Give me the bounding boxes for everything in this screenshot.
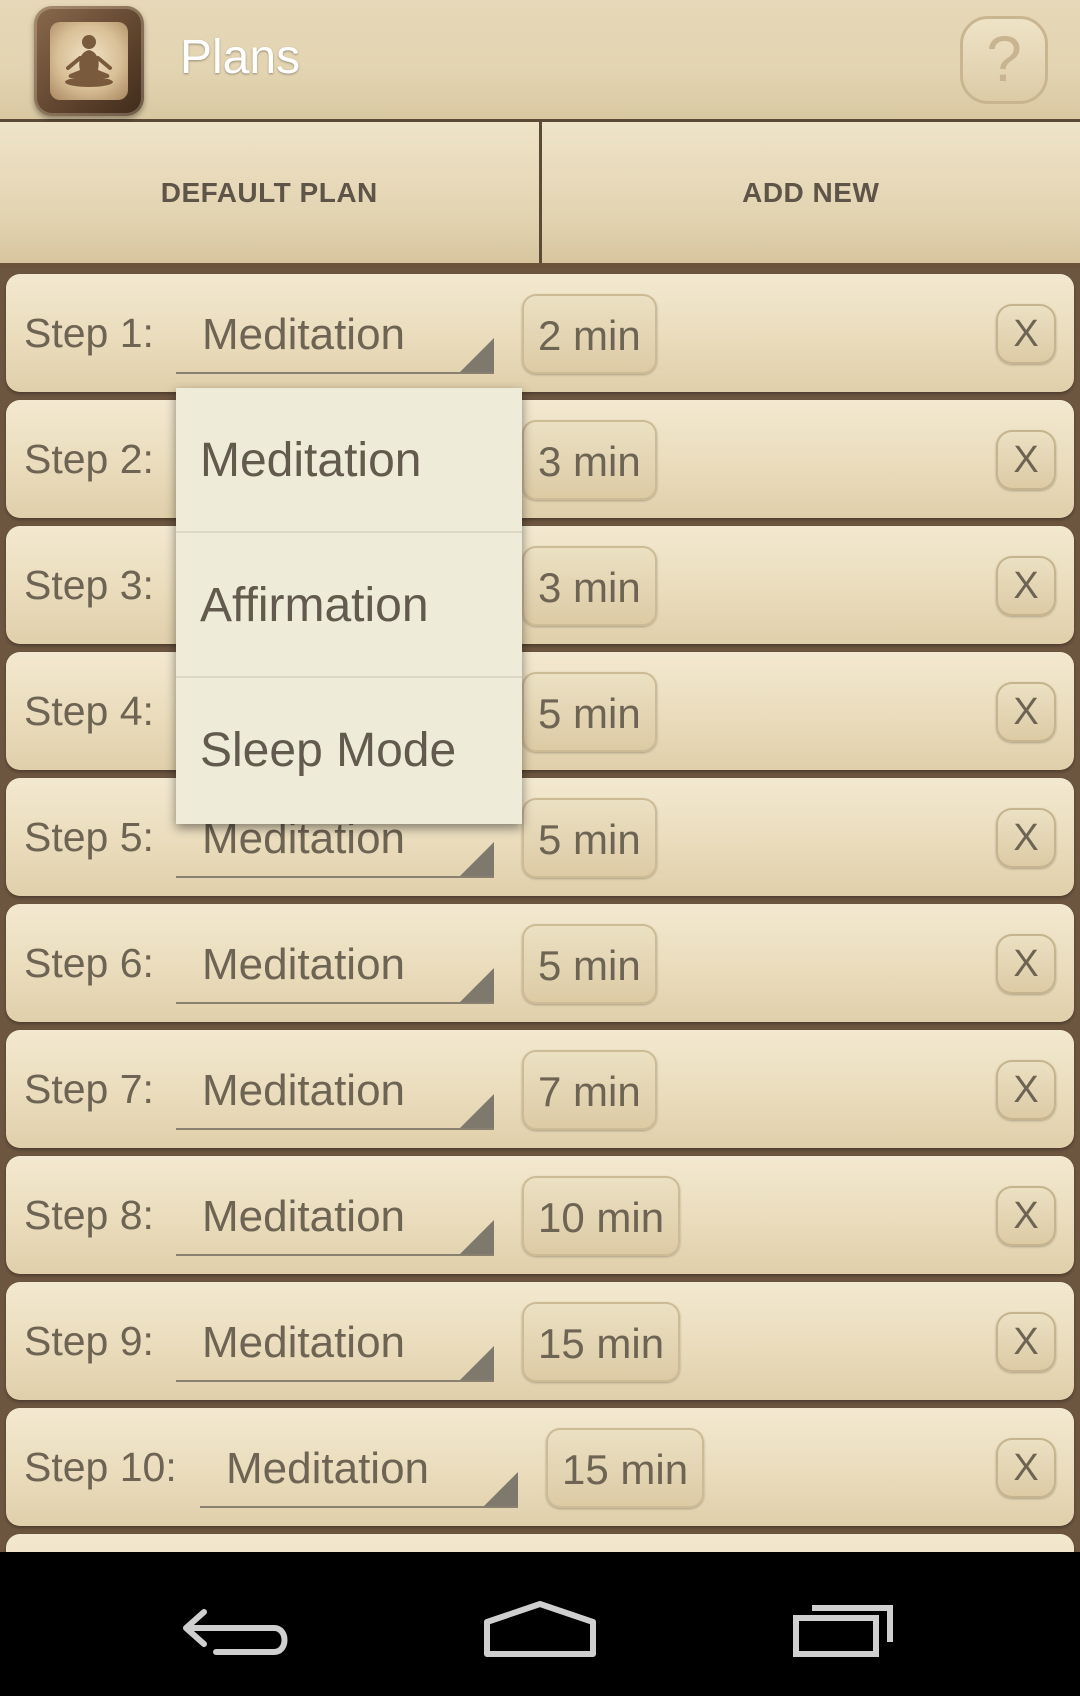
- step-type-value: Meditation: [202, 1318, 406, 1367]
- delete-step-button[interactable]: X: [996, 808, 1056, 868]
- help-button[interactable]: ?: [960, 16, 1048, 104]
- step-type-value: Meditation: [226, 1444, 430, 1493]
- step-type-value: Meditation: [202, 1192, 406, 1241]
- step-row: Step 3: Meditation 3 min X: [6, 526, 1074, 644]
- recent-apps-icon[interactable]: [766, 1572, 916, 1676]
- duration-button[interactable]: 3 min: [522, 546, 657, 626]
- duration-button[interactable]: 15 min: [546, 1428, 705, 1508]
- plan-tabs: DEFAULT PLAN ADD NEW: [0, 122, 1080, 268]
- dropdown-arrow-icon: [484, 1472, 518, 1506]
- home-icon[interactable]: [465, 1572, 615, 1676]
- action-bar: Plans ?: [0, 0, 1080, 122]
- duration-button[interactable]: 2 min: [522, 294, 657, 374]
- step-label: Step 10:: [24, 1444, 177, 1490]
- delete-step-button[interactable]: X: [996, 1060, 1056, 1120]
- step-label: Step 5:: [24, 814, 154, 860]
- delete-step-button[interactable]: X: [996, 1438, 1056, 1498]
- duration-button[interactable]: 5 min: [522, 672, 657, 752]
- page-title: Plans: [180, 31, 301, 84]
- step-type-spinner[interactable]: Meditation: [176, 296, 494, 374]
- delete-step-button[interactable]: X: [996, 304, 1056, 364]
- tab-default-plan[interactable]: DEFAULT PLAN: [0, 122, 539, 263]
- step-label: Step 2:: [24, 436, 154, 482]
- dropdown-arrow-icon: [460, 968, 494, 1002]
- step-list[interactable]: Step 1: Meditation 2 min X Step 2: Medit…: [0, 268, 1080, 1552]
- step-row-partial: [6, 1534, 1074, 1552]
- plans-screen: Plans ? DEFAULT PLAN ADD NEW Step 1: Med…: [0, 0, 1080, 1696]
- dropdown-arrow-icon: [460, 842, 494, 876]
- delete-step-button[interactable]: X: [996, 430, 1056, 490]
- step-type-spinner[interactable]: Meditation: [176, 1178, 494, 1256]
- dropdown-option-sleep-mode[interactable]: Sleep Mode: [176, 678, 522, 823]
- step-label: Step 1:: [24, 310, 154, 356]
- duration-button[interactable]: 3 min: [522, 420, 657, 500]
- duration-button[interactable]: 10 min: [522, 1176, 681, 1256]
- delete-step-button[interactable]: X: [996, 682, 1056, 742]
- step-type-spinner[interactable]: Meditation: [200, 1430, 518, 1508]
- dropdown-arrow-icon: [460, 338, 494, 372]
- step-type-spinner[interactable]: Meditation: [176, 1304, 494, 1382]
- step-type-spinner[interactable]: Meditation: [176, 926, 494, 1004]
- step-type-dropdown: Meditation Affirmation Sleep Mode: [176, 388, 522, 824]
- dropdown-option-affirmation[interactable]: Affirmation: [176, 533, 522, 678]
- delete-step-button[interactable]: X: [996, 1312, 1056, 1372]
- step-row: Step 5: Meditation 5 min X: [6, 778, 1074, 896]
- step-label: Step 8:: [24, 1192, 154, 1238]
- back-arrow-icon[interactable]: [164, 1572, 314, 1676]
- delete-step-button[interactable]: X: [996, 556, 1056, 616]
- duration-button[interactable]: 5 min: [522, 924, 657, 1004]
- step-row: Step 8: Meditation 10 min X: [6, 1156, 1074, 1274]
- step-row: Step 10: Meditation 15 min X: [6, 1408, 1074, 1526]
- dropdown-arrow-icon: [460, 1094, 494, 1128]
- delete-step-button[interactable]: X: [996, 934, 1056, 994]
- step-row: Step 7: Meditation 7 min X: [6, 1030, 1074, 1148]
- delete-step-button[interactable]: X: [996, 1186, 1056, 1246]
- duration-button[interactable]: 5 min: [522, 798, 657, 878]
- step-type-value: Meditation: [202, 1066, 406, 1115]
- dropdown-arrow-icon: [460, 1220, 494, 1254]
- duration-button[interactable]: 15 min: [522, 1302, 681, 1382]
- duration-button[interactable]: 7 min: [522, 1050, 657, 1130]
- step-label: Step 7:: [24, 1066, 154, 1112]
- step-type-value: Meditation: [202, 310, 406, 359]
- step-row: Step 4: Meditation 5 min X: [6, 652, 1074, 770]
- tab-add-new[interactable]: ADD NEW: [538, 122, 1080, 263]
- meditation-figure-icon[interactable]: [34, 6, 144, 116]
- navigation-bar: [0, 1552, 1080, 1696]
- step-type-spinner[interactable]: Meditation: [176, 1052, 494, 1130]
- step-label: Step 6:: [24, 940, 154, 986]
- dropdown-option-meditation[interactable]: Meditation: [176, 388, 522, 533]
- step-label: Step 9:: [24, 1318, 154, 1364]
- step-row: Step 6: Meditation 5 min X: [6, 904, 1074, 1022]
- step-type-value: Meditation: [202, 940, 406, 989]
- step-row: Step 1: Meditation 2 min X: [6, 274, 1074, 392]
- dropdown-arrow-icon: [460, 1346, 494, 1380]
- step-row: Step 9: Meditation 15 min X: [6, 1282, 1074, 1400]
- step-label: Step 4:: [24, 688, 154, 734]
- step-label: Step 3:: [24, 562, 154, 608]
- step-row: Step 2: Meditation 3 min X: [6, 400, 1074, 518]
